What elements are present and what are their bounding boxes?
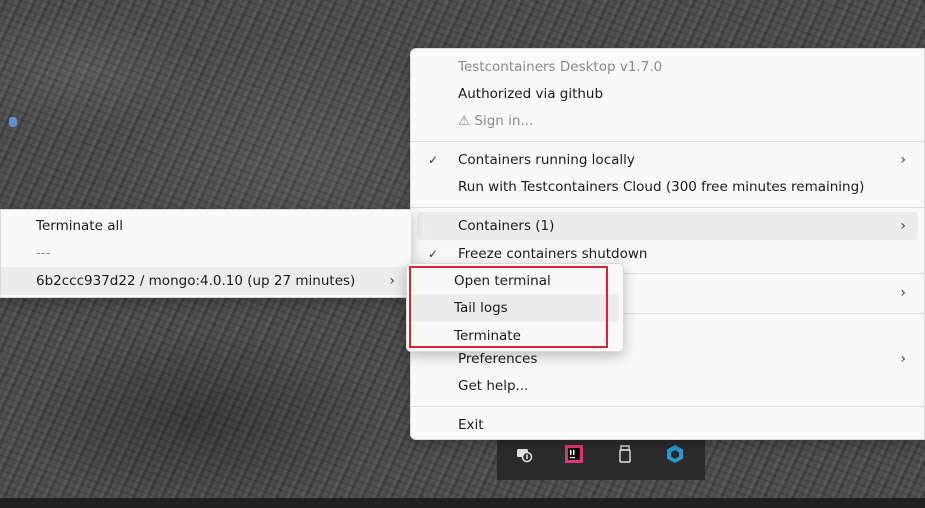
run-with-cloud-label: Run with Testcontainers Cloud (300 free … (458, 179, 865, 195)
preferences-label: Preferences (458, 351, 538, 367)
menu-item-containers-running-locally[interactable]: ✓ Containers running locally › (411, 146, 924, 174)
menu-separator (411, 141, 924, 142)
menu-item-sign-in[interactable]: ⚠ Sign in... (411, 107, 924, 135)
terminate-all-label: Terminate all (36, 218, 123, 234)
intellij-idea-icon[interactable] (564, 444, 584, 464)
tail-logs-label: Tail logs (454, 300, 508, 316)
containers-label: Containers (1) (458, 218, 555, 234)
separator-text: --- (36, 245, 51, 261)
terminate-label: Terminate (454, 328, 521, 344)
menu-item-get-help[interactable]: Get help... (411, 372, 924, 400)
app-version-label: Testcontainers Desktop v1.7.0 (458, 59, 663, 75)
chevron-right-icon: › (900, 285, 906, 301)
submenu-item-container[interactable]: 6b2ccc937d22 / mongo:4.0.10 (up 27 minut… (1, 267, 411, 295)
testcontainers-tray-icon[interactable] (665, 444, 685, 464)
chevron-right-icon: › (900, 218, 906, 234)
submenu-item-terminate-all[interactable]: Terminate all (1, 212, 411, 240)
wallpaper-climber (9, 117, 17, 127)
containers-running-locally-label: Containers running locally (458, 152, 635, 168)
menu-item-app-version: Testcontainers Desktop v1.7.0 (411, 53, 924, 81)
container-item-label: 6b2ccc937d22 / mongo:4.0.10 (up 27 minut… (36, 273, 356, 289)
checkmark-icon: ✓ (428, 247, 439, 261)
freeze-shutdown-label: Freeze containers shutdown (458, 246, 648, 262)
testcontainers-main-menu: Testcontainers Desktop v1.7.0 Authorized… (410, 48, 925, 440)
containers-submenu: Terminate all --- 6b2ccc937d22 / mongo:4… (0, 209, 411, 298)
auth-status-label: Authorized via github (458, 86, 604, 102)
menu-separator (411, 207, 924, 208)
action-tail-logs[interactable]: Tail logs (411, 294, 619, 322)
menu-item-auth-status: Authorized via github (411, 80, 924, 108)
open-terminal-label: Open terminal (454, 273, 551, 289)
network-settings-icon[interactable] (514, 444, 534, 464)
chevron-right-icon: › (900, 152, 906, 168)
action-terminate[interactable]: Terminate (411, 322, 619, 350)
chevron-right-icon: › (389, 273, 395, 289)
menu-item-exit[interactable]: Exit (411, 411, 924, 439)
menu-item-run-with-cloud[interactable]: Run with Testcontainers Cloud (300 free … (411, 173, 924, 201)
chevron-right-icon: › (900, 351, 906, 367)
checkmark-icon: ✓ (428, 153, 439, 167)
container-actions-menu: Open terminal Tail logs Terminate (406, 263, 624, 352)
menu-item-containers[interactable]: Containers (1) › (417, 212, 918, 240)
usb-drive-icon[interactable] (615, 444, 635, 464)
taskbar (0, 498, 925, 508)
get-help-label: Get help... (458, 378, 529, 394)
action-open-terminal[interactable]: Open terminal (411, 267, 619, 295)
menu-separator (411, 406, 924, 407)
submenu-separator-item: --- (1, 239, 411, 267)
sign-in-label: ⚠ Sign in... (458, 113, 534, 129)
exit-label: Exit (458, 417, 484, 433)
